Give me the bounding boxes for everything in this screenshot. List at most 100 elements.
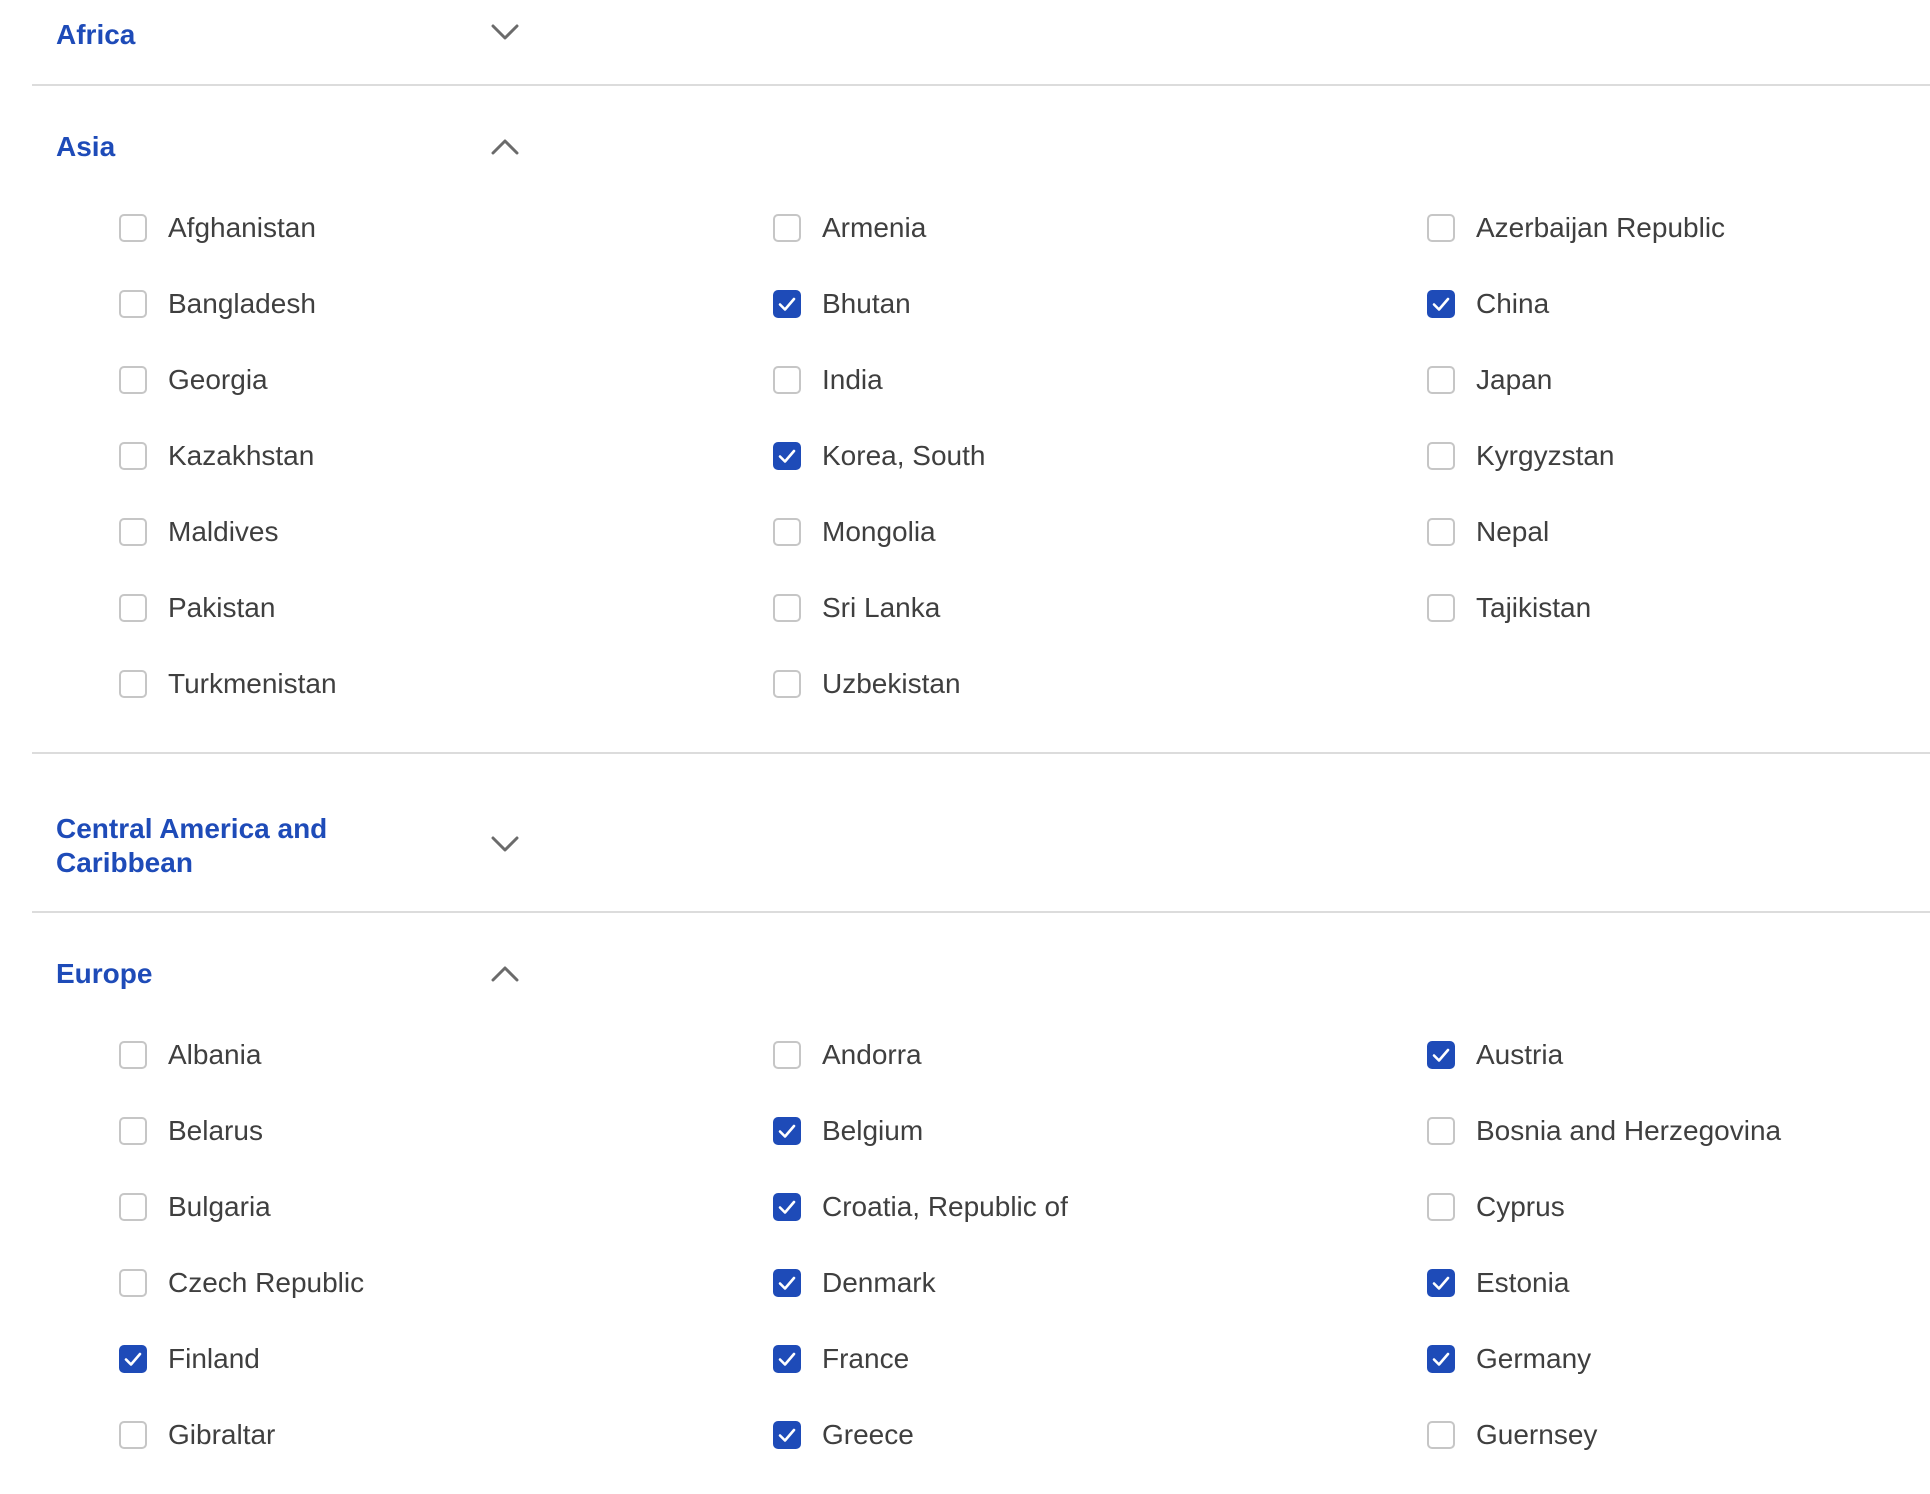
country-option-estonia[interactable]: Estonia	[1427, 1245, 1930, 1321]
region-asia: Asia Afghanistan Armenia Azerbaijan Republi…	[32, 86, 1930, 754]
chevron-down-icon[interactable]	[489, 21, 521, 43]
checkbox-checked[interactable]	[1427, 290, 1455, 318]
checkbox-unchecked[interactable]	[119, 214, 147, 242]
checkbox-unchecked[interactable]	[1427, 214, 1455, 242]
country-option-france[interactable]: France	[773, 1321, 1427, 1397]
checkbox-checked[interactable]	[773, 290, 801, 318]
country-option-kazakhstan[interactable]: Kazakhstan	[119, 418, 773, 494]
checkbox-unchecked[interactable]	[119, 518, 147, 546]
country-option-kyrgyzstan[interactable]: Kyrgyzstan	[1427, 418, 1930, 494]
country-label: Kazakhstan	[168, 440, 315, 471]
checkbox-unchecked[interactable]	[119, 1269, 147, 1297]
checkbox-unchecked[interactable]	[119, 366, 147, 394]
checkbox-unchecked[interactable]	[119, 1421, 147, 1449]
checkbox-unchecked[interactable]	[119, 442, 147, 470]
country-option-andorra[interactable]: Andorra	[773, 1017, 1427, 1093]
country-label: Azerbaijan Republic	[1476, 212, 1726, 243]
country-option-croatia-republic-of[interactable]: Croatia, Republic of	[773, 1169, 1427, 1245]
checkbox-unchecked[interactable]	[119, 670, 147, 698]
country-option-maldives[interactable]: Maldives	[119, 494, 773, 570]
country-option-albania[interactable]: Albania	[119, 1017, 773, 1093]
country-option-finland[interactable]: Finland	[119, 1321, 773, 1397]
region-header-africa[interactable]: Africa	[32, 18, 1930, 52]
chevron-up-icon[interactable]	[489, 963, 521, 985]
country-label: Belarus	[168, 1115, 263, 1146]
country-label: Belgium	[822, 1115, 924, 1146]
country-option-belgium[interactable]: Belgium	[773, 1093, 1427, 1169]
country-option-pakistan[interactable]: Pakistan	[119, 570, 773, 646]
country-option-denmark[interactable]: Denmark	[773, 1245, 1427, 1321]
checkbox-checked[interactable]	[1427, 1345, 1455, 1373]
checkbox-unchecked[interactable]	[119, 1117, 147, 1145]
checkbox-checked[interactable]	[773, 1421, 801, 1449]
checkbox-unchecked[interactable]	[1427, 366, 1455, 394]
checkbox-checked[interactable]	[773, 1193, 801, 1221]
checkbox-unchecked[interactable]	[773, 1041, 801, 1069]
checkbox-checked[interactable]	[1427, 1041, 1455, 1069]
country-option-austria[interactable]: Austria	[1427, 1017, 1930, 1093]
checkbox-checked[interactable]	[773, 1269, 801, 1297]
checkbox-unchecked[interactable]	[119, 1193, 147, 1221]
country-option-uzbekistan[interactable]: Uzbekistan	[773, 646, 1427, 722]
country-option-czech-republic[interactable]: Czech Republic	[119, 1245, 773, 1321]
country-label: China	[1476, 288, 1550, 319]
region-title[interactable]: Central America and Caribbean	[56, 812, 386, 880]
country-option-cyprus[interactable]: Cyprus	[1427, 1169, 1930, 1245]
region-title[interactable]: Europe	[56, 957, 386, 991]
country-option-bangladesh[interactable]: Bangladesh	[119, 266, 773, 342]
country-option-bulgaria[interactable]: Bulgaria	[119, 1169, 773, 1245]
checkbox-unchecked[interactable]	[119, 1041, 147, 1069]
country-option-belarus[interactable]: Belarus	[119, 1093, 773, 1169]
checkbox-checked[interactable]	[773, 1117, 801, 1145]
checkbox-unchecked[interactable]	[119, 594, 147, 622]
country-option-armenia[interactable]: Armenia	[773, 190, 1427, 266]
country-option-china[interactable]: China	[1427, 266, 1930, 342]
country-option-mongolia[interactable]: Mongolia	[773, 494, 1427, 570]
region-header-central-america-and-caribbean[interactable]: Central America and Caribbean	[32, 812, 1930, 880]
checkbox-unchecked[interactable]	[1427, 1117, 1455, 1145]
country-label: Denmark	[822, 1267, 936, 1298]
country-list-asia: Afghanistan Armenia Azerbaijan Republic Ban…	[32, 190, 1930, 722]
checkbox-unchecked[interactable]	[773, 670, 801, 698]
checkbox-unchecked[interactable]	[1427, 1421, 1455, 1449]
country-option-sri-lanka[interactable]: Sri Lanka	[773, 570, 1427, 646]
country-option-georgia[interactable]: Georgia	[119, 342, 773, 418]
country-option-azerbaijan-republic[interactable]: Azerbaijan Republic	[1427, 190, 1930, 266]
country-option-greece[interactable]: Greece	[773, 1397, 1427, 1473]
chevron-up-icon[interactable]	[489, 136, 521, 158]
checkbox-unchecked[interactable]	[773, 518, 801, 546]
country-option-india[interactable]: India	[773, 342, 1427, 418]
checkbox-unchecked[interactable]	[1427, 518, 1455, 546]
checkbox-checked[interactable]	[773, 442, 801, 470]
checkbox-checked[interactable]	[773, 1345, 801, 1373]
region-title[interactable]: Africa	[56, 18, 386, 52]
country-option-korea-south[interactable]: Korea, South	[773, 418, 1427, 494]
region-title[interactable]: Asia	[56, 130, 386, 164]
country-option-guernsey[interactable]: Guernsey	[1427, 1397, 1930, 1473]
region-header-asia[interactable]: Asia	[32, 130, 1930, 164]
checkbox-unchecked[interactable]	[1427, 442, 1455, 470]
chevron-down-icon[interactable]	[489, 833, 521, 855]
country-label: Bhutan	[822, 288, 911, 319]
country-option-afghanistan[interactable]: Afghanistan	[119, 190, 773, 266]
checkbox-checked[interactable]	[119, 1345, 147, 1373]
country-label: Maldives	[168, 516, 279, 547]
country-label: Germany	[1476, 1343, 1592, 1374]
country-option-tajikistan[interactable]: Tajikistan	[1427, 570, 1930, 646]
country-option-bosnia-and-herzegovina[interactable]: Bosnia and Herzegovina	[1427, 1093, 1930, 1169]
country-option-germany[interactable]: Germany	[1427, 1321, 1930, 1397]
checkbox-unchecked[interactable]	[773, 594, 801, 622]
country-option-turkmenistan[interactable]: Turkmenistan	[119, 646, 773, 722]
region-header-europe[interactable]: Europe	[32, 957, 1930, 991]
country-option-nepal[interactable]: Nepal	[1427, 494, 1930, 570]
country-option-bhutan[interactable]: Bhutan	[773, 266, 1427, 342]
checkbox-unchecked[interactable]	[773, 214, 801, 242]
checkbox-unchecked[interactable]	[1427, 594, 1455, 622]
check-icon	[778, 1200, 796, 1214]
checkbox-checked[interactable]	[1427, 1269, 1455, 1297]
country-option-gibraltar[interactable]: Gibraltar	[119, 1397, 773, 1473]
checkbox-unchecked[interactable]	[1427, 1193, 1455, 1221]
checkbox-unchecked[interactable]	[773, 366, 801, 394]
country-option-japan[interactable]: Japan	[1427, 342, 1930, 418]
checkbox-unchecked[interactable]	[119, 290, 147, 318]
